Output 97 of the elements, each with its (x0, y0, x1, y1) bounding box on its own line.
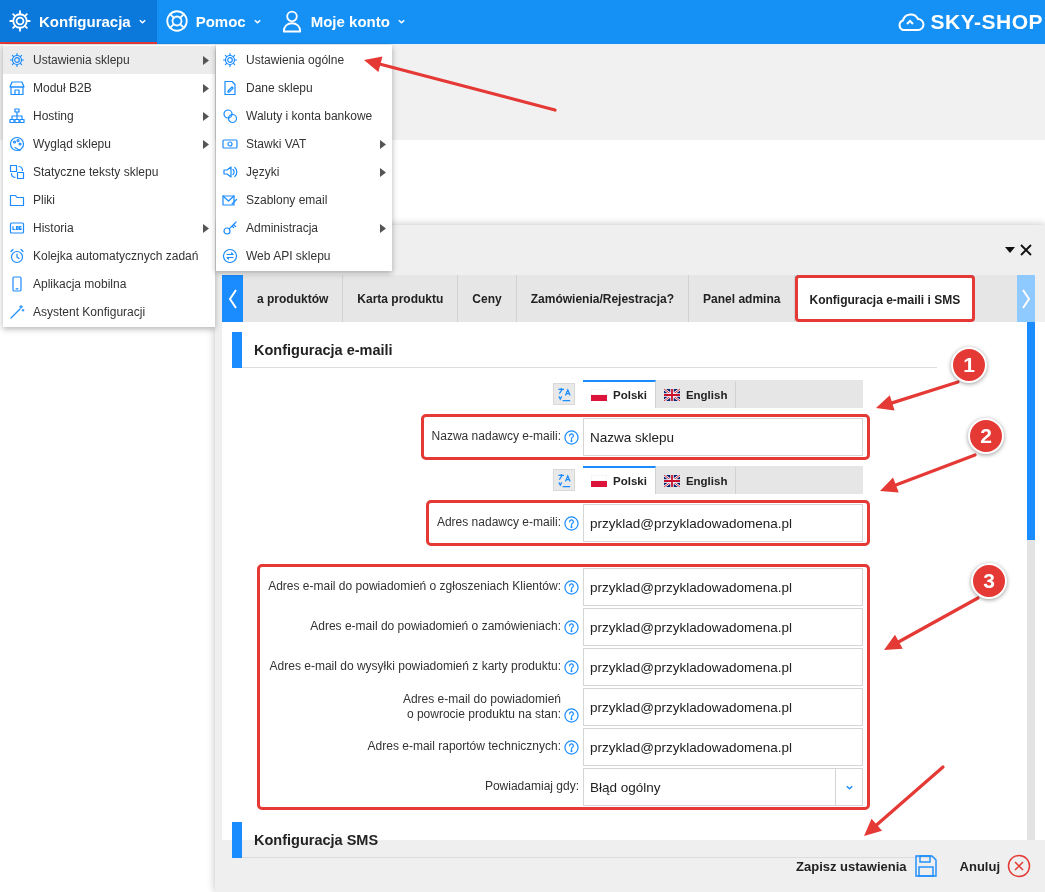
scrollbar[interactable] (1027, 322, 1035, 840)
submenu-arrow-icon (380, 223, 386, 233)
cancel-button[interactable]: Anuluj (959, 854, 1031, 878)
field-label: Adres nadawcy e-maili: (436, 515, 561, 531)
menu-item[interactable]: Administracja (216, 214, 392, 242)
field-label: Powiadamiaj gdy: (484, 779, 579, 795)
text-field[interactable]: przyklad@przykladowadomena.pl (583, 608, 863, 646)
language-tab[interactable]: Polski (583, 466, 656, 494)
translate-icon (556, 472, 572, 488)
help-icon[interactable] (564, 516, 579, 531)
menu-item[interactable]: Stawki VAT (216, 130, 392, 158)
banknote-icon (222, 136, 238, 152)
text-field[interactable]: przyklad@przykladowadomena.pl (583, 648, 863, 686)
help-icon[interactable] (564, 620, 579, 635)
sitemap-icon (9, 108, 25, 124)
menu-item[interactable]: Dane sklepu (216, 74, 392, 102)
section-heading: Konfiguracja e-maili (242, 332, 937, 368)
nav-menu-button[interactable]: Konfiguracja (0, 0, 157, 44)
menu-item[interactable]: Aplikacja mobilna (3, 270, 215, 298)
tab[interactable]: Konfiguracja e-maili i SMS (795, 275, 976, 322)
logo-text: SKY-SHOP (930, 10, 1043, 34)
translate-icon (556, 386, 572, 402)
menu-item[interactable]: Ustawienia sklepu (3, 46, 215, 74)
text-field[interactable]: przyklad@przykladowadomena.pl (583, 688, 863, 726)
section-marker (232, 332, 242, 368)
magic-wand-icon (9, 304, 25, 320)
help-icon[interactable] (564, 430, 579, 445)
submenu-arrow-icon (380, 167, 386, 177)
language-tab[interactable]: English (655, 466, 737, 494)
submenu-arrow-icon (203, 111, 209, 121)
menu-item[interactable]: Asystent Konfiguracji (3, 298, 215, 326)
document-pencil-icon (222, 80, 238, 96)
uk-flag-icon (663, 389, 680, 401)
dropdown[interactable]: Błąd ogólny (583, 768, 863, 806)
submenu-arrow-icon (203, 83, 209, 93)
close-icon[interactable] (1019, 243, 1033, 257)
cancel-icon (1007, 854, 1031, 878)
key-icon (222, 220, 238, 236)
menu-item[interactable]: Moduł B2B (3, 74, 215, 102)
text-field[interactable]: przyklad@przykladowadomena.pl (583, 568, 863, 606)
caret-down-icon[interactable] (1005, 246, 1015, 254)
polish-flag-icon (591, 475, 607, 487)
lifebuoy-icon (164, 9, 189, 33)
translate-button[interactable] (553, 383, 575, 405)
scroll-right-button[interactable] (1017, 275, 1035, 322)
language-tab[interactable]: English (655, 380, 737, 408)
uk-flag-icon (663, 475, 680, 487)
submenu-arrow-icon (380, 139, 386, 149)
storefront-icon (9, 80, 25, 96)
gear-icon (222, 52, 238, 68)
submenu-arrow-icon (203, 139, 209, 149)
speaker-icon (222, 164, 238, 180)
text-field[interactable]: przyklad@przykladowadomena.pl (583, 504, 863, 542)
envelope-pencil-icon (222, 192, 238, 208)
help-icon[interactable] (564, 580, 579, 595)
gear-icon (8, 9, 32, 33)
help-icon[interactable] (564, 740, 579, 755)
save-icon (913, 854, 938, 878)
alarm-clock-icon (9, 248, 25, 264)
document-sync-icon (9, 164, 25, 180)
translate-button[interactable] (553, 469, 575, 491)
palette-icon (9, 136, 25, 152)
menu-item[interactable]: Web API sklepu (216, 242, 392, 270)
menu-item[interactable]: Waluty i konta bankowe (216, 102, 392, 130)
menu-item[interactable]: Języki (216, 158, 392, 186)
menu-item[interactable]: Kolejka automatycznych zadań (3, 242, 215, 270)
scroll-left-button[interactable] (222, 275, 243, 322)
field-label: Nazwa nadawcy e-maili: (431, 429, 561, 445)
section-marker (232, 822, 242, 858)
menu-item[interactable]: Historia (3, 214, 215, 242)
coins-icon (222, 108, 238, 124)
language-tab[interactable]: Polski (583, 380, 656, 408)
chevron-right-icon (1021, 287, 1031, 310)
submenu-arrow-icon (203, 55, 209, 65)
field-label: Adres e-mail do powiadomień o powrocie produktu na stan: (402, 691, 561, 723)
submenu-arrow-icon (203, 223, 209, 233)
menu-item[interactable]: Ustawienia ogólne (216, 46, 392, 74)
field-label: Adres e-mail do powiadomień o zgłoszeniach Klientów: (268, 579, 561, 595)
polish-flag-icon (591, 389, 607, 401)
sync-icon (222, 248, 238, 264)
menu-item[interactable]: Statyczne teksty sklepu (3, 158, 215, 186)
menu-item[interactable]: Pliki (3, 186, 215, 214)
gear-icon (9, 52, 25, 68)
menu-item[interactable]: Wygląd sklepu (3, 130, 215, 158)
help-icon[interactable] (564, 707, 579, 723)
field-label: Adres e-mail do wysyłki powiadomień z karty produktu: (269, 659, 561, 675)
text-field[interactable]: przyklad@przykladowadomena.pl (583, 728, 863, 766)
folder-icon (9, 192, 25, 208)
field-label: Adres e-mail do powiadomień o zamówieniach: (310, 619, 561, 635)
menu-item[interactable]: Szablony email (216, 186, 392, 214)
menu-item[interactable]: Hosting (3, 102, 215, 130)
log-file-icon (9, 220, 25, 236)
text-field[interactable]: Nazwa sklepu (583, 418, 863, 456)
chevron-left-icon (227, 287, 238, 310)
smartphone-icon (9, 276, 25, 292)
field-label: Adres e-mail raportów technicznych: (367, 739, 561, 755)
help-icon[interactable] (564, 660, 579, 675)
